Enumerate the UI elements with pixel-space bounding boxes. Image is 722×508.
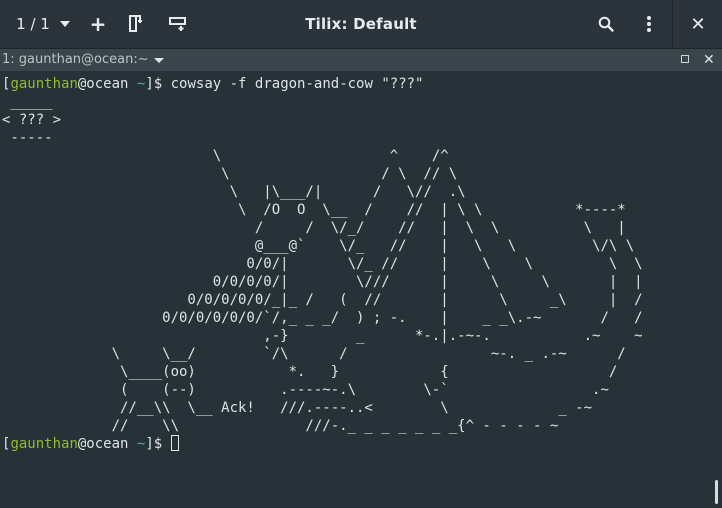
add-terminal-button[interactable]: + <box>86 0 110 48</box>
split-right-button[interactable] <box>124 0 148 48</box>
split-down-icon <box>169 17 186 31</box>
session-switcher-button[interactable]: 1 / 1 <box>10 0 76 48</box>
window-title: Tilix: Default <box>305 15 417 33</box>
terminal-title[interactable]: 1: gaunthan@ocean:~ <box>2 49 149 71</box>
prompt-close: ]$ <box>145 436 171 452</box>
text-cursor <box>170 435 179 451</box>
close-icon: ✕ <box>690 13 706 35</box>
prompt-host: @ocean <box>77 76 129 92</box>
tilix-window: 1 / 1 + Tilix: Default ✕ 1: gaunthan@oce… <box>0 0 722 508</box>
command-text: cowsay -f dragon-and-cow "???" <box>170 76 424 92</box>
search-button[interactable] <box>594 0 618 48</box>
command-line: [gaunthan@ocean ~]$ cowsay -f dragon-and… <box>2 75 424 93</box>
session-counter-label: 1 / 1 <box>16 15 50 33</box>
prompt-host: @ocean <box>77 436 129 452</box>
close-terminal-button[interactable]: ✕ <box>703 49 715 71</box>
chevron-down-icon[interactable] <box>154 58 164 63</box>
search-icon <box>598 16 614 32</box>
terminal-titlebar: 1: gaunthan@ocean:~ ✕ <box>0 49 722 71</box>
terminal-scrollbar[interactable] <box>715 480 718 504</box>
terminal-view[interactable]: [gaunthan@ocean ~]$ cowsay -f dragon-and… <box>0 72 722 508</box>
split-right-icon <box>129 15 142 32</box>
kebab-menu-icon <box>647 16 651 32</box>
cowsay-output: _____ < ??? > ----- \ ^ /^ \ / \ // \ \ … <box>2 94 643 434</box>
menu-button[interactable] <box>637 0 661 48</box>
active-prompt-line: [gaunthan@ocean ~]$ <box>2 435 179 453</box>
prompt-close: ]$ <box>145 76 171 92</box>
close-window-button[interactable]: ✕ <box>686 0 710 48</box>
prompt-user: gaunthan <box>10 76 78 92</box>
prompt-user: gaunthan <box>10 436 78 452</box>
chevron-down-icon <box>59 21 70 27</box>
header-separator <box>672 0 673 48</box>
plus-icon: + <box>89 12 107 36</box>
header-bar: 1 / 1 + Tilix: Default ✕ <box>0 0 722 49</box>
maximize-icon[interactable] <box>681 55 689 63</box>
split-down-button[interactable] <box>166 0 190 48</box>
